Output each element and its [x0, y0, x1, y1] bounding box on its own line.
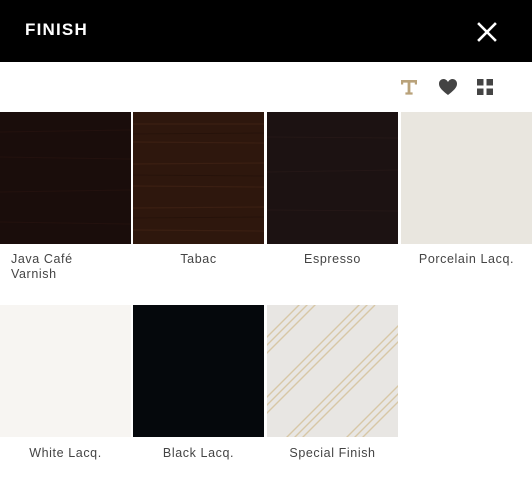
close-button[interactable] — [472, 17, 502, 47]
wood-texture — [133, 112, 264, 244]
text-icon — [401, 80, 417, 95]
grid-view-button[interactable] — [474, 76, 496, 98]
panel-title: FINISH — [25, 20, 88, 39]
lacquer-texture — [401, 112, 532, 244]
text-view-button[interactable] — [398, 76, 420, 98]
swatch-java-cafe-varnish[interactable] — [0, 112, 131, 244]
close-icon — [477, 22, 497, 42]
swatch-label: Black Lacq. — [162, 446, 235, 460]
swatch-label: Tabac — [180, 252, 217, 266]
swatch-white-lacq[interactable] — [0, 305, 131, 437]
wood-texture — [267, 112, 398, 244]
lacquer-texture — [133, 305, 264, 437]
swatch-label: White Lacq. — [29, 446, 102, 460]
swatch-label: Porcelain Lacq. — [418, 252, 515, 266]
panel-header: FINISH — [0, 0, 532, 62]
heart-icon — [439, 79, 457, 95]
swatch-espresso[interactable] — [267, 112, 398, 244]
favorites-button[interactable] — [437, 76, 459, 98]
swatch-tabac[interactable] — [133, 112, 264, 244]
view-toolbar — [0, 62, 532, 112]
swatch-label: Special Finish — [289, 446, 376, 460]
swatch-label: Java Café Varnish — [11, 252, 73, 281]
swatch-special-finish[interactable] — [267, 305, 398, 437]
lacquer-texture — [0, 305, 131, 437]
wood-texture — [0, 112, 131, 244]
grid-icon — [477, 79, 493, 95]
swatch-porcelain-lacq[interactable] — [401, 112, 532, 244]
swatch-label: Espresso — [304, 252, 361, 266]
striped-texture — [267, 305, 398, 437]
swatch-black-lacq[interactable] — [133, 305, 264, 437]
